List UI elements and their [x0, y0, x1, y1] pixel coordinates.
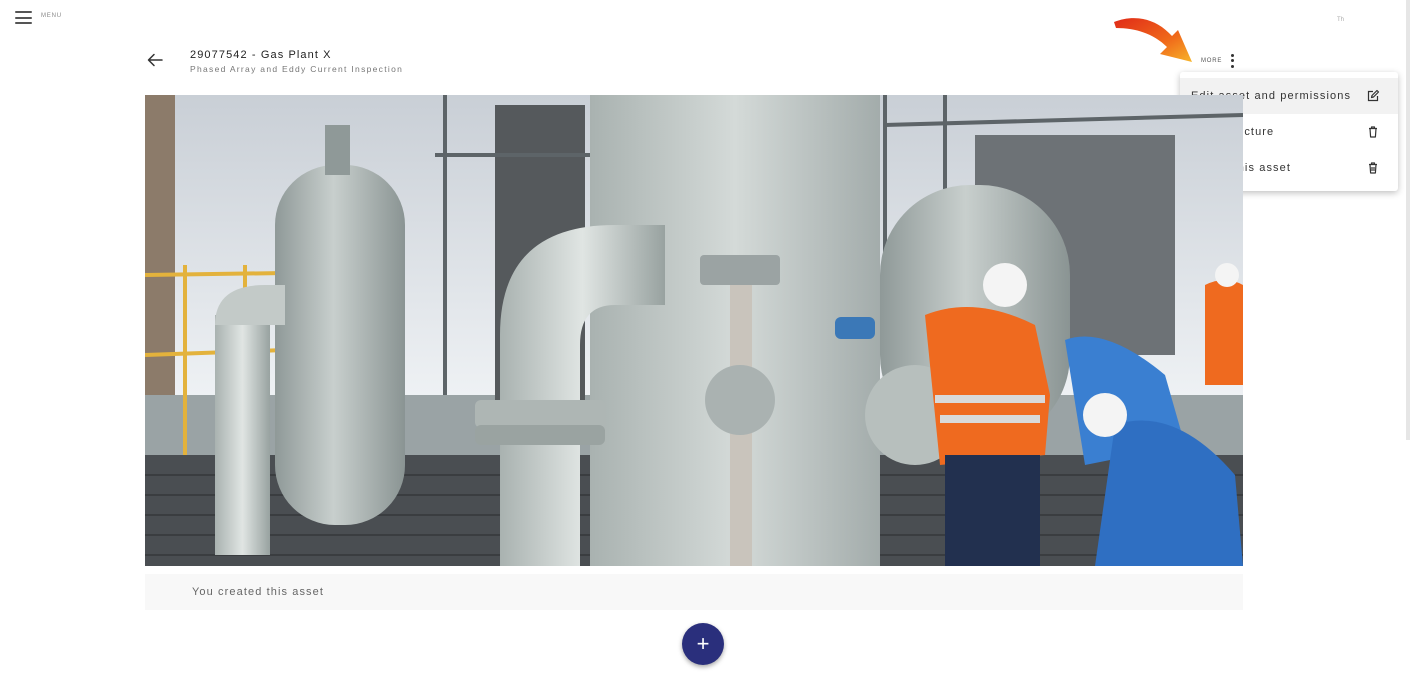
annotation-arrow-icon — [1112, 12, 1196, 68]
asset-title: 29077542 - Gas Plant X — [190, 49, 332, 61]
activity-text: You created this asset — [192, 586, 325, 598]
menu-label[interactable]: MENU — [41, 13, 62, 19]
trash-icon — [1366, 161, 1380, 175]
add-button[interactable]: + — [682, 623, 724, 665]
user-avatar[interactable]: Th — [1337, 17, 1344, 23]
activity-log: You created this asset — [145, 574, 1243, 610]
trash-icon — [1366, 125, 1380, 139]
scrollbar[interactable] — [1406, 0, 1410, 440]
top-bar: MENU Th — [0, 0, 1410, 36]
back-arrow-icon[interactable] — [146, 51, 164, 69]
more-label[interactable]: MORE — [1201, 58, 1222, 64]
asset-photo[interactable] — [145, 95, 1243, 566]
asset-subtitle: Phased Array and Eddy Current Inspection — [190, 64, 404, 74]
edit-icon — [1366, 89, 1380, 103]
more-vert-icon[interactable] — [1227, 52, 1237, 70]
hamburger-menu-icon[interactable] — [15, 11, 32, 24]
